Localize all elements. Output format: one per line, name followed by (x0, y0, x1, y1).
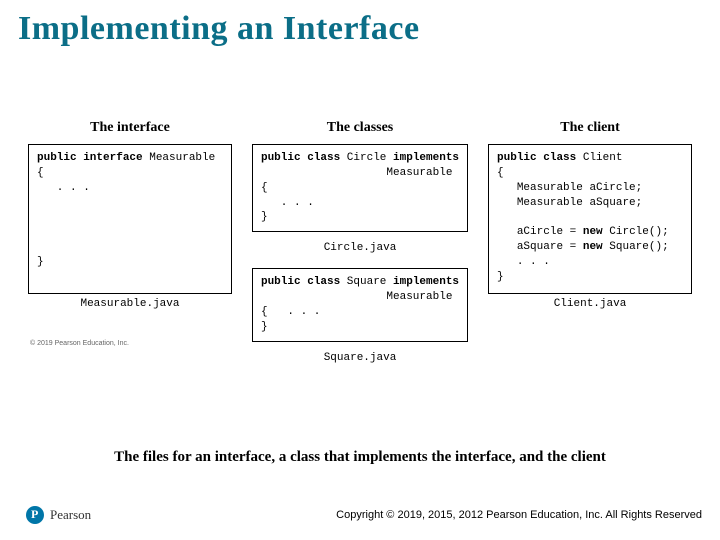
decl-name: Square (340, 276, 393, 288)
file-label-circle: Circle.java (324, 242, 397, 254)
brace: { (261, 182, 268, 194)
ellipsis: . . . (497, 256, 550, 268)
impl-name: Measurable (386, 291, 452, 303)
kw: implements (393, 152, 459, 164)
line: Measurable aSquare; (497, 197, 642, 209)
line: Measurable aCircle; (497, 182, 642, 194)
slide: Implementing an Interface The interface … (0, 0, 720, 540)
ellipsis: . . . (268, 306, 321, 318)
footer: Pearson Copyright © 2019, 2015, 2012 Pea… (0, 506, 702, 524)
decl-name: Client (576, 152, 622, 164)
brace: { (261, 306, 268, 318)
col-client-heading: The client (560, 120, 620, 136)
ellipsis: . . . (261, 197, 314, 209)
col-interface: The interface public interface Measurabl… (28, 120, 232, 364)
kw: new (583, 241, 603, 253)
decl-name: Circle (340, 152, 393, 164)
kw: implements (393, 276, 459, 288)
kw: public class (261, 152, 340, 164)
brace: } (497, 271, 504, 283)
figure-credit: © 2019 Pearson Education, Inc. (30, 340, 129, 347)
impl-name: Measurable (386, 167, 452, 179)
kw: public class (261, 276, 340, 288)
brace: { (497, 167, 504, 179)
decl-name: Measurable (143, 152, 216, 164)
brand: Pearson (0, 506, 91, 524)
codebox-client: public class Client { Measurable aCircle… (488, 144, 692, 294)
codebox-square: public class Square implements Measurabl… (252, 268, 468, 341)
brand-name: Pearson (50, 507, 91, 523)
figure-caption: The files for an interface, a class that… (0, 449, 720, 466)
page-title: Implementing an Interface (0, 0, 720, 48)
kw: public class (497, 152, 576, 164)
col-classes: The classes public class Circle implemen… (252, 120, 468, 364)
col-interface-heading: The interface (90, 120, 170, 136)
file-label-client: Client.java (554, 298, 627, 310)
codebox-circle: public class Circle implements Measurabl… (252, 144, 468, 232)
pearson-logo-icon (26, 506, 44, 524)
brace: } (261, 211, 268, 223)
col-classes-heading: The classes (327, 120, 394, 136)
kw: new (583, 226, 603, 238)
col-client: The client public class Client { Measura… (488, 120, 692, 364)
figure: The interface public interface Measurabl… (28, 120, 692, 364)
line: Circle(); (603, 226, 669, 238)
line: aCircle = (497, 226, 583, 238)
file-label-square: Square.java (324, 352, 397, 364)
ellipsis: . . . (37, 182, 90, 194)
codebox-measurable: public interface Measurable { . . . } (28, 144, 232, 294)
brace: } (37, 256, 44, 268)
copyright-text: Copyright © 2019, 2015, 2012 Pearson Edu… (336, 509, 702, 521)
classes-stack: public class Circle implements Measurabl… (252, 144, 468, 364)
brace: { (37, 167, 44, 179)
line: aSquare = (497, 241, 583, 253)
file-label-measurable: Measurable.java (80, 298, 179, 310)
line: Square(); (603, 241, 669, 253)
kw: public interface (37, 152, 143, 164)
brace: } (261, 321, 268, 333)
